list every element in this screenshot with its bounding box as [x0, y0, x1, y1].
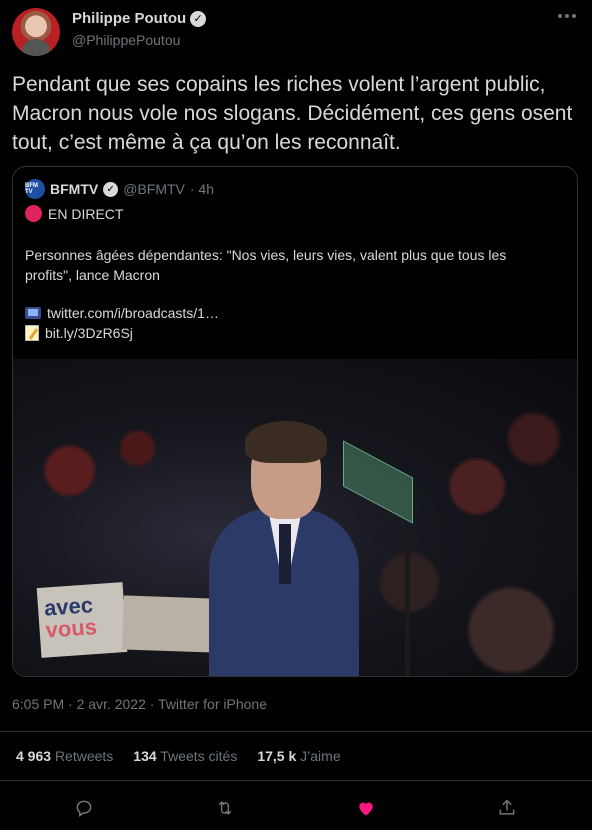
stat-value: 17,5 k	[257, 748, 297, 764]
avatar[interactable]	[12, 8, 60, 56]
quoted-time: · 4h	[189, 181, 214, 197]
live-indicator: EN DIRECT	[25, 205, 123, 222]
action-bar	[0, 790, 592, 826]
quoted-tweet[interactable]: BFM TV BFMTV ✓ @BFMTV · 4h EN DIRECT Per…	[12, 166, 578, 677]
reply-icon	[76, 800, 92, 817]
stat-label: J’aime	[300, 748, 341, 764]
divider	[0, 780, 592, 781]
more-icon[interactable]	[558, 14, 576, 18]
quoted-media-image[interactable]: avec vous	[13, 359, 577, 676]
teleprompter-pole	[405, 529, 410, 676]
stat-value: 134	[133, 748, 157, 764]
author-name-row[interactable]: Philippe Poutou ✓	[72, 10, 207, 27]
quoted-tweet-header: BFM TV BFMTV ✓ @BFMTV · 4h	[25, 179, 214, 199]
stat-label: Tweets cités	[160, 748, 238, 764]
stat-retweets[interactable]: 4 963 Retweets	[16, 748, 113, 764]
crowd-sign: avec vous	[36, 582, 128, 658]
tweet-text: Pendant que ses copains les riches volen…	[12, 73, 573, 154]
like-button[interactable]	[352, 794, 380, 822]
reply-button[interactable]	[70, 794, 98, 822]
sign-text-line2: vous	[44, 614, 98, 643]
bitly-link[interactable]: bit.ly/3DzR6Sj	[25, 325, 133, 341]
bitly-link-text[interactable]: bit.ly/3DzR6Sj	[45, 325, 133, 341]
tweet-stats: 4 963 Retweets 134 Tweets cités 17,5 k J…	[16, 748, 341, 764]
crowd-sign-2	[122, 595, 214, 653]
retweet-button[interactable]	[211, 794, 239, 822]
tweet-header: Philippe Poutou ✓ @PhilippePoutou	[12, 8, 580, 58]
tweet-timestamp[interactable]: 6:05 PM · 2 avr. 2022 · Twitter for iPho…	[12, 696, 267, 712]
stat-value: 4 963	[16, 748, 52, 764]
live-dot-icon	[25, 205, 42, 222]
author-handle[interactable]: @PhilippePoutou	[72, 32, 180, 48]
quoted-display-name: BFMTV	[50, 181, 99, 197]
live-label: EN DIRECT	[48, 205, 124, 222]
speaker-tie	[279, 524, 291, 584]
stat-label: Retweets	[54, 748, 114, 764]
quoted-body: Personnes âgées dépendantes: "Nos vies, …	[25, 247, 507, 283]
share-icon	[499, 799, 515, 815]
broadcast-link[interactable]: twitter.com/i/broadcasts/1…	[25, 305, 219, 321]
like-icon	[359, 802, 373, 816]
share-button[interactable]	[493, 794, 521, 822]
broadcast-link-text[interactable]: twitter.com/i/broadcasts/1…	[47, 305, 219, 321]
verified-icon: ✓	[190, 10, 207, 27]
retweet-icon	[218, 801, 232, 815]
speaker-hair	[245, 421, 327, 463]
stat-likes[interactable]: 17,5 k J’aime	[257, 748, 340, 764]
tv-icon	[25, 307, 41, 319]
stat-quote-tweets[interactable]: 134 Tweets cités	[133, 748, 237, 764]
verified-icon: ✓	[103, 181, 119, 197]
quoted-handle: @BFMTV	[123, 181, 185, 197]
divider	[0, 731, 592, 732]
quoted-avatar: BFM TV	[25, 179, 45, 199]
memo-icon	[25, 325, 39, 341]
author-display-name[interactable]: Philippe Poutou	[72, 10, 186, 27]
